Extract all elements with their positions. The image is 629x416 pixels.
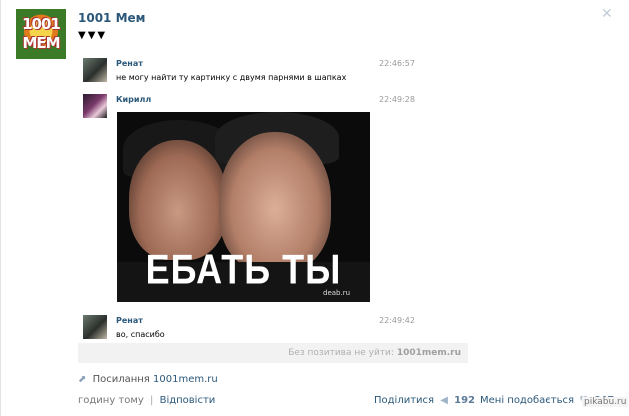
close-icon[interactable]: ✕ (601, 7, 613, 21)
source-bar-prefix: Без позитива не уйти: (288, 348, 394, 358)
message-author[interactable]: Ренат (116, 59, 143, 68)
share-count: 192 (454, 395, 476, 406)
reply-link[interactable]: Відповісти (160, 395, 216, 406)
message-time: 22:46:57 (379, 59, 415, 68)
link-url[interactable]: 1001mem.ru (153, 374, 218, 385)
message-text: не могу найти ту картинку с двумя парням… (116, 73, 347, 82)
message-avatar[interactable] (83, 315, 107, 339)
attached-link: ⬈ Посилання 1001mem.ru (78, 374, 218, 385)
message-avatar[interactable] (83, 58, 107, 82)
meme-image[interactable]: ЕБАТЬ ТЫ ЛОХ deab.ru (117, 112, 370, 302)
like-label: Мені подобається (480, 395, 574, 406)
logo-text-line1: 1001 (22, 15, 61, 33)
site-watermark: pikabu.ru (582, 397, 629, 407)
share-label: Поділитися (374, 395, 435, 406)
meta-separator: | (150, 395, 154, 406)
group-avatar[interactable]: 1001 МЕМ (16, 9, 66, 59)
message-author[interactable]: Ренат (116, 316, 143, 325)
link-icon: ⬈ (78, 374, 87, 385)
message-time: 22:49:28 (379, 95, 415, 104)
source-bar-text: Без позитива не уйти: 1001mem.ru (288, 348, 461, 358)
share-button[interactable]: Поділитися ◀ 192 (374, 395, 475, 406)
message-avatar[interactable] (83, 94, 107, 118)
message-time: 22:49:42 (379, 316, 415, 325)
source-bar: Без позитива не уйти: 1001mem.ru (78, 343, 468, 363)
logo-text-line2: МЕМ (22, 34, 60, 52)
message-author[interactable]: Кирилл (116, 95, 151, 104)
link-label: Посилання (92, 374, 150, 385)
message-text: во, спасибо (116, 330, 165, 339)
group-name-link[interactable]: 1001 Мем (78, 11, 145, 25)
post-lead-text: ▼▼▼ (78, 30, 108, 41)
megaphone-icon: ◀ (440, 395, 448, 406)
wall-post: 1001 МЕМ 1001 Мем ▼▼▼ ✕ Ренат 22:46:57 н… (0, 0, 629, 416)
post-meta: годину тому | Відповісти (78, 395, 215, 406)
source-bar-site[interactable]: 1001mem.ru (397, 348, 461, 358)
post-time[interactable]: годину тому (78, 395, 144, 406)
meme-watermark: deab.ru (323, 289, 351, 297)
meme-face-left (129, 140, 227, 260)
